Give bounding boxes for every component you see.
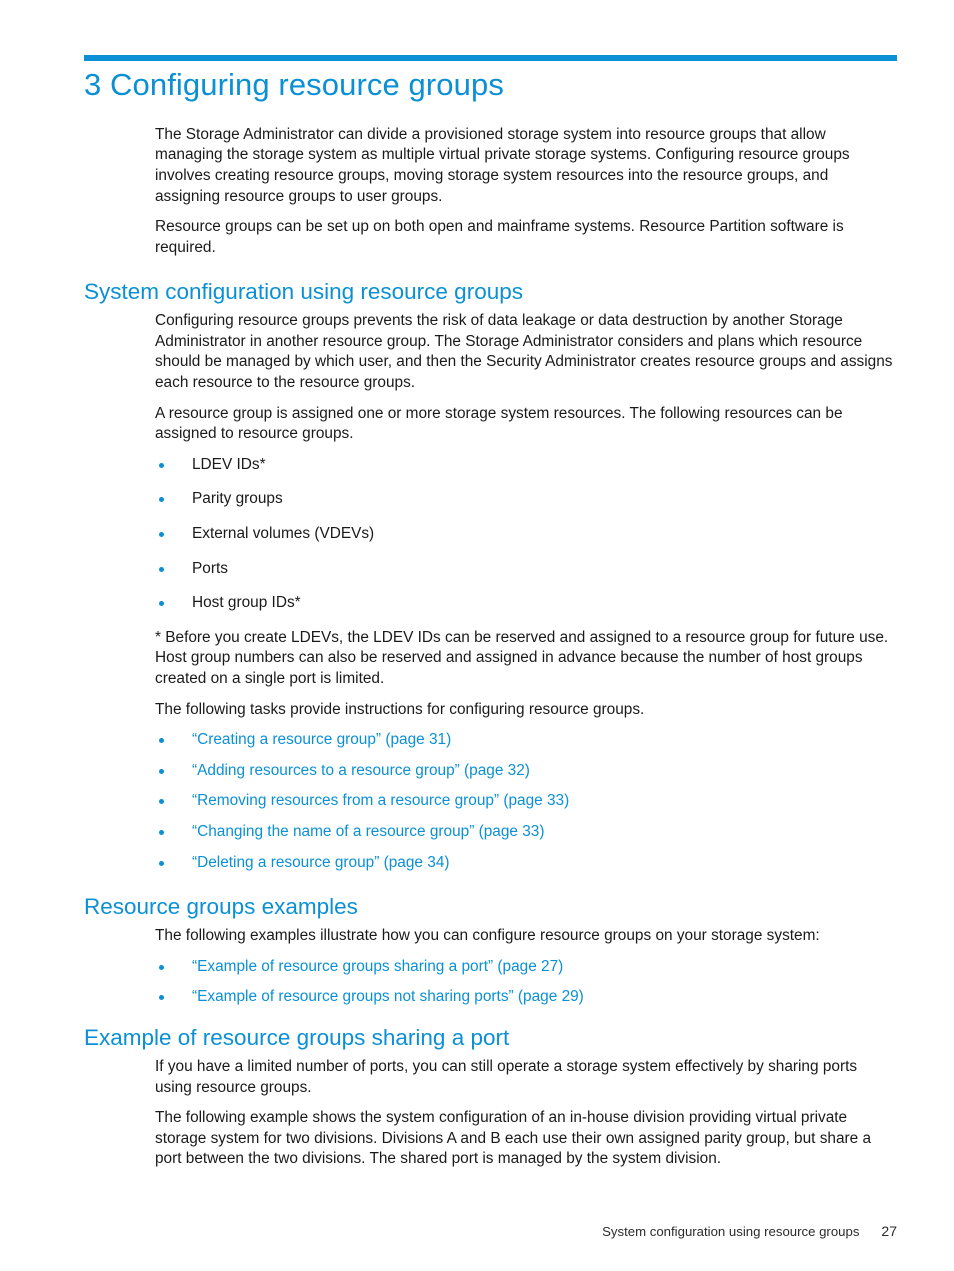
cross-reference-link[interactable]: “Creating a resource group” (page 31) — [192, 731, 451, 748]
chapter-intro-block: The Storage Administrator can divide a p… — [155, 125, 897, 259]
list-item: “Changing the name of a resource group” … — [155, 822, 897, 843]
cross-reference-link[interactable]: “Example of resource groups not sharing … — [192, 988, 584, 1005]
bullet-dot-icon — [159, 768, 164, 774]
cross-reference-link[interactable]: “Adding resources to a resource group” (… — [192, 762, 530, 779]
cross-reference-link[interactable]: “Removing resources from a resource grou… — [192, 792, 569, 809]
cross-reference-link[interactable]: “Deleting a resource group” (page 34) — [192, 854, 450, 871]
list-item: External volumes (VDEVs) — [155, 524, 897, 545]
bullet-dot-icon — [159, 995, 164, 1001]
list-item: Host group IDs* — [155, 593, 897, 614]
example-sharing-port-block: If you have a limited number of ports, y… — [155, 1057, 897, 1170]
bullet-dot-icon — [159, 566, 164, 572]
resource-groups-examples-block: The following examples illustrate how yo… — [155, 926, 897, 1008]
section-heading-resource-groups-examples: Resource groups examples — [84, 894, 358, 920]
list-item: “Removing resources from a resource grou… — [155, 791, 897, 812]
section-heading-example-sharing-a-port: Example of resource groups sharing a por… — [84, 1024, 510, 1050]
list-item: LDEV IDs* — [155, 455, 897, 476]
list-item: Ports — [155, 559, 897, 580]
list-item: “Example of resource groups sharing a po… — [155, 957, 897, 978]
chapter-title: 3 Configuring resource groups — [84, 67, 504, 102]
system-configuration-block: Configuring resource groups prevents the… — [155, 311, 897, 873]
bullet-dot-icon — [159, 497, 164, 503]
footer-page-number: 27 — [881, 1223, 897, 1239]
ldev-footnote-paragraph: * Before you create LDEVs, the LDEV IDs … — [155, 628, 889, 687]
list-item-label: Parity groups — [192, 490, 283, 508]
bullet-dot-icon — [159, 462, 164, 468]
list-item-label: Ports — [192, 559, 228, 577]
list-item-label: LDEV IDs* — [192, 455, 266, 473]
bullet-dot-icon — [159, 738, 164, 744]
list-item: “Adding resources to a resource group” (… — [155, 761, 897, 782]
bullet-dot-icon — [159, 860, 164, 866]
cross-reference-link[interactable]: “Changing the name of a resource group” … — [192, 823, 545, 840]
list-item: “Deleting a resource group” (page 34) — [155, 853, 897, 874]
bullet-dot-icon — [159, 799, 164, 805]
list-item: “Creating a resource group” (page 31) — [155, 730, 897, 751]
chapter-top-rule — [84, 55, 897, 61]
chapter-intro-paragraph-2: Resource groups can be set up on both op… — [155, 218, 844, 256]
system-configuration-paragraph-1: Configuring resource groups prevents the… — [155, 312, 893, 392]
cross-reference-link[interactable]: “Example of resource groups sharing a po… — [192, 958, 563, 975]
task-links-list: “Creating a resource group” (page 31) “A… — [155, 730, 897, 873]
document-page: 3 Configuring resource groups The Storag… — [0, 0, 954, 1271]
example-links-list: “Example of resource groups sharing a po… — [155, 957, 897, 1008]
system-configuration-paragraph-2: A resource group is assigned one or more… — [155, 404, 843, 443]
page-footer: System configuration using resource grou… — [84, 1222, 897, 1241]
footer-running-title: System configuration using resource grou… — [602, 1224, 860, 1239]
example-sharing-port-paragraph-1: If you have a limited number of ports, y… — [155, 1057, 858, 1096]
resource-types-list: LDEV IDs* Parity groups External volumes… — [155, 455, 897, 614]
bullet-dot-icon — [159, 829, 164, 835]
bullet-dot-icon — [159, 532, 164, 538]
list-item-label: External volumes (VDEVs) — [192, 525, 375, 543]
example-sharing-port-paragraph-2: The following example shows the system c… — [155, 1109, 872, 1168]
page-content: 3 Configuring resource groups The Storag… — [84, 67, 897, 1170]
section-heading-system-configuration: System configuration using resource grou… — [84, 279, 523, 305]
list-item: Parity groups — [155, 489, 897, 510]
list-item: “Example of resource groups not sharing … — [155, 987, 897, 1008]
tasks-intro-paragraph: The following tasks provide instructions… — [155, 700, 645, 718]
examples-intro-paragraph: The following examples illustrate how yo… — [155, 927, 820, 945]
list-item-label: Host group IDs* — [192, 594, 301, 612]
bullet-dot-icon — [159, 964, 164, 970]
chapter-intro-paragraph-1: The Storage Administrator can divide a p… — [155, 125, 850, 205]
bullet-dot-icon — [159, 601, 164, 607]
